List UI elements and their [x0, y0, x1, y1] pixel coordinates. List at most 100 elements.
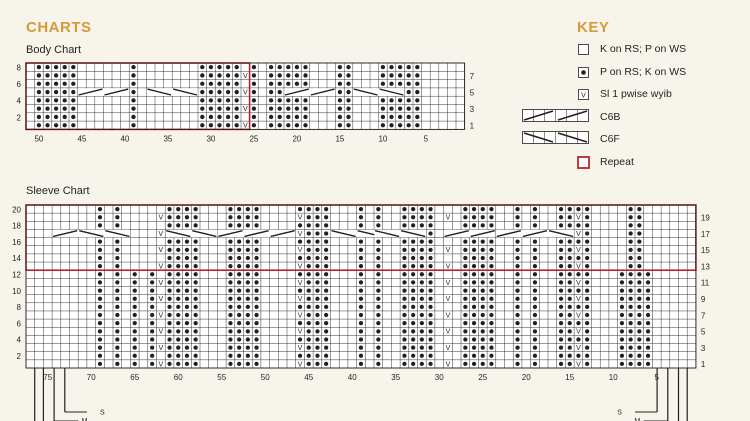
purl-stitch [480, 280, 485, 285]
purl-stitch [315, 337, 320, 342]
purl-stitch [415, 98, 420, 103]
purl-stitch [324, 288, 329, 293]
purl-stitch [176, 361, 181, 367]
purl-stitch [254, 312, 259, 318]
purl-stitch [303, 123, 308, 128]
c6b-cable [496, 229, 522, 238]
sleeve-row-label-left: 20 [12, 205, 21, 214]
cable-cell-cover [165, 229, 218, 238]
purl-stitch [428, 353, 433, 358]
cable-cell-cover [330, 229, 383, 238]
purl-stitch [402, 312, 407, 318]
purl-stitch [184, 247, 190, 252]
purl-stitch [200, 89, 205, 95]
purl-stitch [585, 361, 590, 367]
purl-stitch [358, 361, 364, 367]
purl-stitch [217, 106, 222, 111]
purl-stitch [286, 73, 291, 78]
purl-stitch [176, 353, 181, 358]
purl-stitch [637, 361, 642, 367]
purl-stitch [184, 312, 190, 318]
purl-stitch [402, 329, 407, 334]
purl-stitch [237, 247, 242, 252]
purl-stitch [315, 288, 320, 293]
purl-stitch [167, 272, 172, 277]
purl-stitch [217, 123, 222, 128]
purl-stitch [480, 329, 485, 334]
purl-stitch [167, 353, 172, 358]
slip-stitch: V [446, 296, 451, 303]
purl-stitch [463, 353, 468, 358]
purl-stitch [228, 272, 233, 277]
sleeve-row-label-right: 13 [701, 262, 710, 271]
purl-stitch [237, 304, 242, 309]
c6f-cable-icon [522, 131, 589, 144]
purl-stitch [306, 288, 311, 293]
purl-stitch [532, 321, 538, 326]
purl-stitch [251, 81, 257, 86]
purl-stitch [228, 255, 233, 261]
purl-stitch [225, 98, 231, 103]
purl-stitch [324, 345, 329, 350]
purl-stitch [480, 206, 485, 212]
purl-stitch [515, 280, 520, 285]
purl-stitch [167, 223, 172, 228]
purl-stitch [637, 255, 642, 261]
purl-stitch [237, 215, 242, 220]
sleeve-column-label: 35 [391, 373, 400, 382]
body-column-label: 25 [249, 134, 258, 143]
purl-stitch [637, 304, 642, 309]
purl-stitch [628, 264, 633, 269]
purl-stitch [628, 288, 633, 293]
purl-stitch [115, 231, 120, 236]
purl-stitch [558, 345, 564, 350]
purl-stitch [167, 312, 172, 318]
purl-stitch [480, 215, 485, 220]
key-label-purl: P on RS; K on WS [600, 66, 687, 78]
purl-stitch [637, 239, 642, 244]
purl-stitch [297, 255, 303, 261]
purl-stitch [376, 247, 381, 252]
purl-stitch [184, 272, 190, 277]
sleeve-row-label-left: 6 [17, 319, 22, 328]
purl-stitch [97, 206, 103, 212]
purl-stitch [489, 264, 494, 269]
purl-stitch [97, 304, 103, 309]
purl-stitch [471, 247, 477, 252]
c6b-cable [244, 229, 269, 238]
purl-stitch [558, 288, 564, 293]
purl-stitch [277, 98, 282, 103]
purl-stitch [237, 345, 242, 350]
purl-stitch [176, 223, 181, 228]
c6f-cable [548, 229, 574, 238]
purl-stitch [428, 288, 433, 293]
cable-cell-cover [353, 88, 405, 96]
purl-stitch [306, 231, 311, 236]
purl-stitch [532, 345, 538, 350]
purl-stitch [234, 123, 239, 128]
purl-stitch [277, 81, 282, 86]
purl-stitch [489, 206, 494, 212]
purl-stitch [228, 353, 233, 358]
purl-stitch [480, 272, 485, 277]
slip-stitch: V [576, 264, 581, 271]
purl-stitch [576, 206, 581, 212]
purl-stitch [397, 98, 403, 103]
purl-stitch [628, 239, 633, 244]
purl-stitch [132, 312, 137, 318]
slip-stitch: V [576, 296, 581, 303]
purl-stitch [251, 89, 257, 95]
purl-stitch [324, 206, 329, 212]
purl-stitch [628, 272, 633, 277]
purl-stitch [558, 321, 564, 326]
purl-stitch [53, 73, 59, 78]
purl-stitch [645, 312, 651, 318]
purl-stitch [324, 272, 329, 277]
purl-stitch [217, 98, 222, 103]
purl-stitch [71, 89, 76, 95]
purl-stitch [193, 206, 198, 212]
c6f-cable [357, 229, 382, 238]
purl-stitch [463, 215, 468, 220]
purl-stitch [115, 345, 120, 350]
purl-stitch [489, 329, 494, 334]
